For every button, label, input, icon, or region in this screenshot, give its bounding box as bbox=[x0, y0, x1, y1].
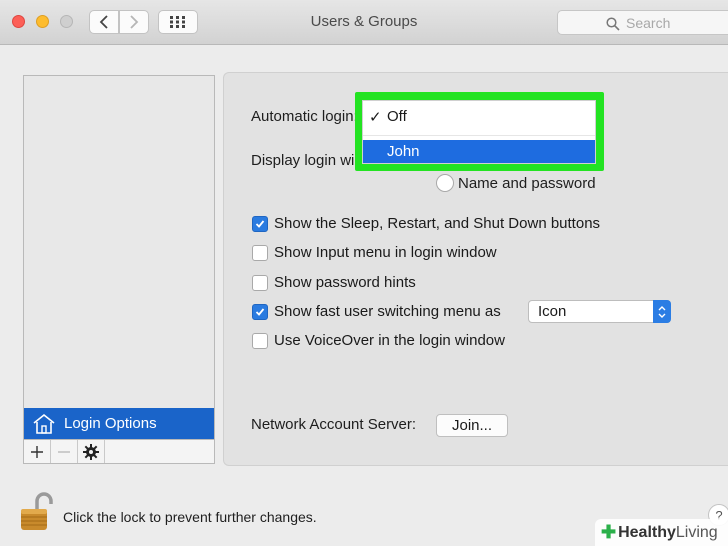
checkbox-label: Use VoiceOver in the login window bbox=[274, 332, 505, 349]
fast-user-switching-checkbox-row[interactable]: Show fast user switching menu as bbox=[252, 303, 501, 320]
menu-separator bbox=[363, 135, 595, 136]
search-input[interactable]: Search bbox=[557, 10, 728, 35]
checkbox-checked[interactable] bbox=[252, 303, 268, 320]
checkbox-label: Show fast user switching menu as bbox=[274, 303, 501, 320]
checkbox-checked[interactable] bbox=[252, 215, 268, 232]
checkmark-icon bbox=[255, 219, 265, 228]
show-sleep-restart-checkbox-row[interactable]: Show the Sleep, Restart, and Shut Down b… bbox=[252, 215, 600, 232]
voiceover-checkbox-row[interactable]: Use VoiceOver in the login window bbox=[252, 332, 505, 349]
show-password-hints-checkbox-row[interactable]: Show password hints bbox=[252, 274, 416, 291]
gear-icon bbox=[83, 443, 99, 460]
sidebar-item-login-options[interactable]: Login Options bbox=[24, 408, 214, 439]
checkmark-icon bbox=[255, 307, 265, 316]
users-sidebar bbox=[23, 75, 215, 439]
plus-icon bbox=[31, 445, 43, 458]
checkbox-label: Show the Sleep, Restart, and Shut Down b… bbox=[274, 215, 601, 232]
checkbox-unchecked[interactable] bbox=[252, 274, 268, 291]
house-icon bbox=[32, 413, 56, 435]
automatic-login-label: Automatic login: bbox=[251, 108, 358, 125]
watermark-logo: ✚ Healthy Living bbox=[595, 519, 728, 546]
up-down-arrows-icon bbox=[653, 300, 671, 323]
network-account-server-label: Network Account Server: bbox=[251, 416, 417, 433]
title-bar: Users & Groups Search bbox=[0, 0, 728, 45]
search-placeholder: Search bbox=[626, 14, 671, 31]
checkbox-unchecked[interactable] bbox=[252, 244, 268, 261]
menu-item-label: John bbox=[387, 143, 420, 160]
select-value: Icon bbox=[538, 303, 567, 320]
checkbox-label: Show Input menu in login window bbox=[274, 244, 497, 261]
lock-instruction-text: Click the lock to prevent further change… bbox=[63, 509, 317, 525]
add-user-button[interactable] bbox=[24, 440, 51, 463]
show-input-menu-checkbox-row[interactable]: Show Input menu in login window bbox=[252, 244, 497, 261]
minus-icon bbox=[58, 450, 70, 453]
watermark-brand-b: Living bbox=[675, 523, 718, 541]
automatic-login-menu: ✓ Off John bbox=[362, 100, 596, 164]
plus-logo-icon: ✚ bbox=[601, 522, 617, 542]
checkbox-unchecked[interactable] bbox=[252, 332, 268, 349]
sidebar-toolbar bbox=[23, 439, 215, 464]
fast-switch-style-select[interactable]: Icon bbox=[528, 300, 671, 323]
menu-item-label: Off bbox=[387, 108, 407, 125]
sidebar-item-label: Login Options bbox=[64, 415, 157, 432]
name-and-password-radio[interactable] bbox=[436, 174, 454, 192]
join-button[interactable]: Join... bbox=[436, 414, 508, 437]
name-and-password-label: Name and password bbox=[458, 175, 596, 192]
menu-item-john[interactable]: John bbox=[363, 140, 595, 163]
remove-user-button[interactable] bbox=[51, 440, 78, 463]
search-icon bbox=[606, 17, 620, 31]
menu-item-off[interactable]: ✓ Off bbox=[363, 105, 595, 128]
action-menu-button[interactable] bbox=[78, 440, 105, 463]
checkbox-label: Show password hints bbox=[274, 274, 416, 291]
watermark-brand-a: Healthy bbox=[618, 523, 676, 541]
lock-icon[interactable] bbox=[17, 492, 53, 536]
checkmark: ✓ bbox=[369, 108, 382, 126]
